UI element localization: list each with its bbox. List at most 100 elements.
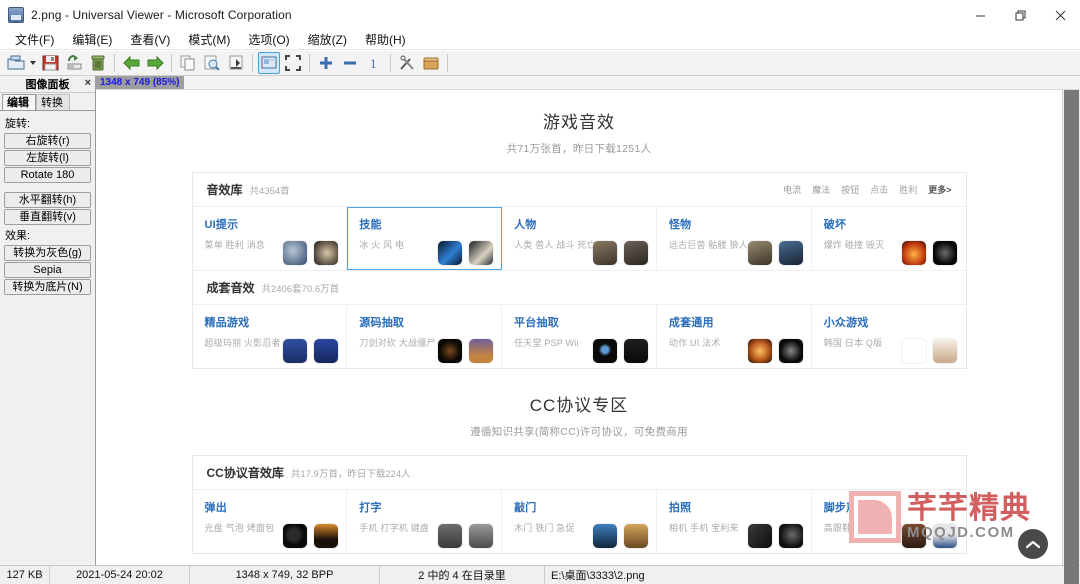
thumbnail-image (438, 524, 463, 548)
close-icon[interactable]: × (85, 77, 91, 89)
card-title: UI提示 (204, 219, 239, 231)
vertical-scrollbar[interactable] (1062, 90, 1080, 584)
tab-convert[interactable]: 转换 (36, 94, 70, 111)
card-monster[interactable]: 怪物 远古巨兽 骷髅 狼人 (657, 207, 812, 270)
thumbnail-image (314, 524, 339, 548)
dock-body: 旋转: 右旋转(r) 左旋转(l) Rotate 180 水平翻转(h) 垂直翻… (0, 110, 95, 565)
save-as-icon[interactable] (63, 52, 85, 74)
effects-label: 效果: (5, 230, 31, 242)
tools-icon[interactable] (396, 52, 418, 74)
section-header-sound-library: 音效库 共4354首 电流 魔法 按钮 点击 胜利 更多> (192, 173, 966, 207)
card-thumbs (283, 524, 339, 548)
tag-click[interactable]: 点击 (870, 183, 888, 196)
card-thumbs (902, 339, 958, 363)
cc-subtitle: 遵循知识共享(简称CC)许可协议，可免费商用 (470, 426, 688, 438)
tag-magic[interactable]: 魔法 (812, 183, 830, 196)
copy-icon[interactable] (177, 52, 199, 74)
menu-file[interactable]: 文件(F) (6, 31, 63, 49)
card-niche-games[interactable]: 小众游戏 韩国 日本 Q版 (812, 305, 966, 368)
rotate-180-button[interactable]: Rotate 180 (4, 167, 91, 183)
save-icon[interactable] (39, 52, 61, 74)
hero-game-audio: 游戏音效 共71万张首，昨日下载1251人 (96, 90, 1062, 156)
card-skill[interactable]: 技能 冰 火 风 电 (347, 207, 503, 270)
card-footsteps[interactable]: 脚步声 高跟鞋 拖鞋 凉水鞋 (812, 490, 966, 553)
card-title: 技能 (359, 219, 382, 231)
thumbnail-image (747, 339, 772, 363)
thumbnail-image (623, 241, 648, 265)
toolbar: 1 (0, 50, 1080, 76)
card-knock-door[interactable]: 敲门 木门 铁门 急促 (502, 490, 657, 553)
forward-arrow-icon[interactable] (144, 52, 166, 74)
tag-victory[interactable]: 胜利 (899, 183, 917, 196)
section-tags: 电流 魔法 按钮 点击 胜利 更多> (783, 183, 951, 196)
card-thumbs (592, 524, 648, 548)
section-header-audio-packs: 成套音效 共2406套70.6万首 (192, 271, 966, 305)
image-panel-dock: 图像面板 × 编辑 转换 旋转: 右旋转(r) 左旋转(l) Rotate 18… (0, 76, 96, 565)
menu-options[interactable]: 选项(O) (239, 31, 298, 49)
card-destruction[interactable]: 破坏 爆炸 碰撞 毁灭 (812, 207, 966, 270)
minimize-button[interactable] (960, 0, 1000, 30)
dimension-label: 1348 x 749 (85%) (96, 76, 184, 89)
tag-current[interactable]: 电流 (783, 183, 801, 196)
export-icon[interactable] (225, 52, 247, 74)
negative-button[interactable]: 转换为底片(N) (4, 279, 91, 295)
scrollbar-thumb[interactable] (1064, 90, 1079, 584)
panel-sound-library: 音效库 共4354首 电流 魔法 按钮 点击 胜利 更多> UI提示 菜单 胜利… (191, 172, 967, 369)
plugins-icon[interactable] (420, 52, 442, 74)
scroll-to-top-button[interactable] (1018, 529, 1048, 559)
menu-view[interactable]: 查看(V) (121, 31, 179, 49)
delete-icon[interactable] (87, 52, 109, 74)
find-icon[interactable] (201, 52, 223, 74)
fit-window-icon[interactable] (258, 52, 280, 74)
card-photograph[interactable]: 拍照 相机 手机 宝利来 (657, 490, 812, 553)
tab-edit[interactable]: 编辑 (2, 94, 36, 111)
image-canvas[interactable]: 游戏音效 共71万张首，昨日下载1251人 音效库 共4354首 电流 魔法 按… (96, 90, 1062, 565)
tag-button[interactable]: 按钮 (841, 183, 859, 196)
card-typing[interactable]: 打字 手机 打字机 键盘 (347, 490, 503, 553)
section-count: 共2406套70.6万首 (261, 283, 340, 295)
card-title: 打字 (359, 502, 382, 514)
section-count: 共4354首 (249, 185, 290, 197)
fullscreen-icon[interactable] (282, 52, 304, 74)
zoom-in-icon[interactable] (315, 52, 337, 74)
zoom-actual-icon[interactable]: 1 (363, 52, 385, 74)
more-link[interactable]: 更多> (928, 183, 951, 196)
menu-mode[interactable]: 模式(M) (179, 31, 239, 49)
flip-horizontal-button[interactable]: 水平翻转(h) (4, 192, 91, 208)
rotate-right-button[interactable]: 右旋转(r) (4, 133, 91, 149)
menu-edit[interactable]: 编辑(E) (63, 31, 121, 49)
window-controls (960, 0, 1080, 30)
card-character[interactable]: 人物 人类 兽人 战斗 死亡 (502, 207, 657, 270)
hero-cc-zone: CC协议专区 遵循知识共享(简称CC)许可协议，可免费商用 (96, 369, 1062, 439)
back-arrow-icon[interactable] (120, 52, 142, 74)
card-popup[interactable]: 弹出 光盘 气泡 烤面包 (193, 490, 348, 553)
card-premium-games[interactable]: 精品游戏 超级玛丽 火影忍者 (193, 305, 348, 368)
sepia-button[interactable]: Sepia (4, 262, 91, 278)
card-row-sound-library: UI提示 菜单 胜利 消息 技能 冰 火 风 电 人物 人类 兽人 战斗 死亡 … (193, 207, 966, 270)
open-icon[interactable] (5, 52, 27, 74)
card-title: 弹出 (204, 502, 227, 514)
rotate-left-button[interactable]: 左旋转(l) (4, 150, 91, 166)
dock-tabs: 编辑 转换 (0, 93, 95, 111)
card-source-extract[interactable]: 源码抽取 刀剑对砍 大战僵尸 (347, 305, 503, 368)
thumbnail-image (623, 524, 648, 548)
grayscale-button[interactable]: 转换为灰色(g) (4, 245, 91, 261)
menu-help[interactable]: 帮助(H) (356, 31, 415, 49)
card-pack-general[interactable]: 成套通用 动作 UI 法术 (657, 305, 812, 368)
close-button[interactable] (1040, 0, 1080, 30)
open-dropdown-caret[interactable] (28, 61, 38, 65)
zoom-out-icon[interactable] (339, 52, 361, 74)
thumbnail-image (469, 241, 494, 265)
card-ui-hint[interactable]: UI提示 菜单 胜利 消息 (193, 207, 348, 270)
dimension-bar: 1348 x 749 (85%) (96, 76, 1080, 90)
rendered-web-page: 游戏音效 共71万张首，昨日下载1251人 音效库 共4354首 电流 魔法 按… (96, 90, 1062, 565)
maximize-button[interactable] (1000, 0, 1040, 30)
card-thumbs (592, 241, 648, 265)
toolbar-separator (309, 54, 310, 72)
app-window: 2.png - Universal Viewer - Microsoft Cor… (0, 0, 1080, 584)
menu-zoom[interactable]: 缩放(Z) (299, 31, 356, 49)
flip-vertical-button[interactable]: 垂直翻转(v) (4, 209, 91, 225)
thumbnail-image (747, 241, 772, 265)
toolbar-separator (447, 54, 448, 72)
card-platform-extract[interactable]: 平台抽取 任天堂 PSP Wii (502, 305, 657, 368)
